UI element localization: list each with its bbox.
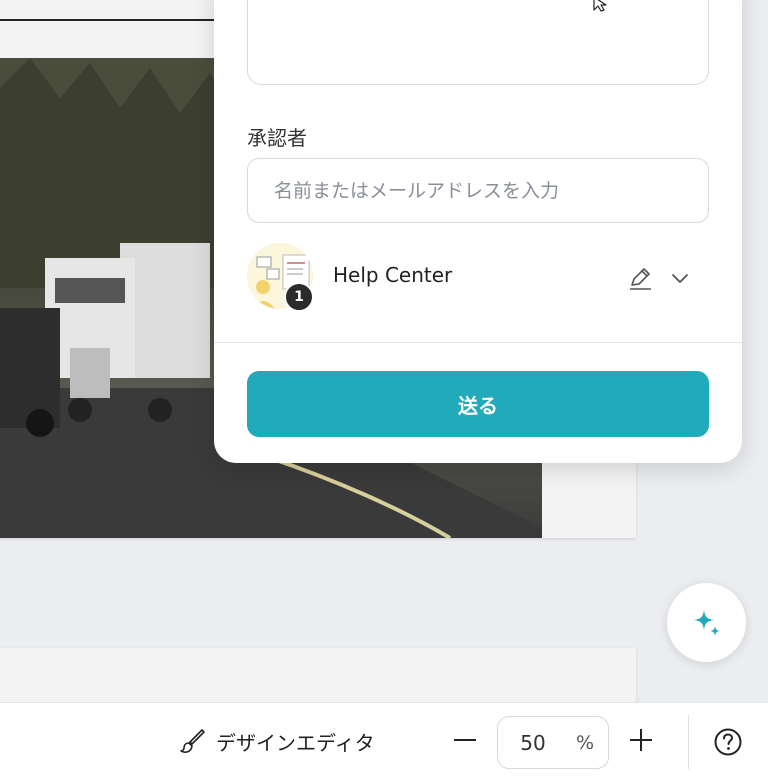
- zoom-in-button[interactable]: [624, 723, 658, 757]
- send-button[interactable]: 送る: [247, 371, 709, 437]
- minus-icon: [454, 739, 476, 741]
- panel-divider: [214, 342, 742, 343]
- question-circle-icon: [714, 728, 742, 756]
- mouse-cursor-icon: [593, 0, 607, 12]
- zoom-control: %: [497, 716, 609, 769]
- approval-request-panel: 承認者 1 Help Center 送る: [214, 0, 742, 463]
- design-editor-button[interactable]: デザインエディタ: [178, 721, 375, 761]
- chevron-down-icon[interactable]: [667, 265, 693, 291]
- ai-assistant-button[interactable]: [667, 583, 746, 662]
- reviewer-row: 1 Help Center: [247, 243, 709, 313]
- zoom-input[interactable]: [498, 717, 568, 768]
- design-editor-label: デザインエディタ: [216, 730, 375, 755]
- message-textarea[interactable]: [247, 0, 709, 85]
- brush-icon: [180, 729, 205, 753]
- approver-label: 承認者: [247, 126, 307, 150]
- bottom-toolbar: デザインエディタ %: [0, 702, 768, 776]
- page-top-rule: [0, 19, 230, 21]
- canvas-page-next: [0, 648, 636, 708]
- approver-input[interactable]: [247, 158, 709, 223]
- reviewer-count-badge: 1: [284, 282, 314, 312]
- plus-icon: [630, 729, 652, 751]
- zoom-unit: %: [576, 732, 595, 754]
- reviewer-name: Help Center: [333, 263, 453, 287]
- pencil-icon[interactable]: [627, 265, 653, 291]
- sparkle-icon: [693, 609, 720, 636]
- help-button[interactable]: [712, 726, 744, 758]
- toolbar-divider: [688, 715, 689, 769]
- zoom-out-button[interactable]: [448, 723, 482, 757]
